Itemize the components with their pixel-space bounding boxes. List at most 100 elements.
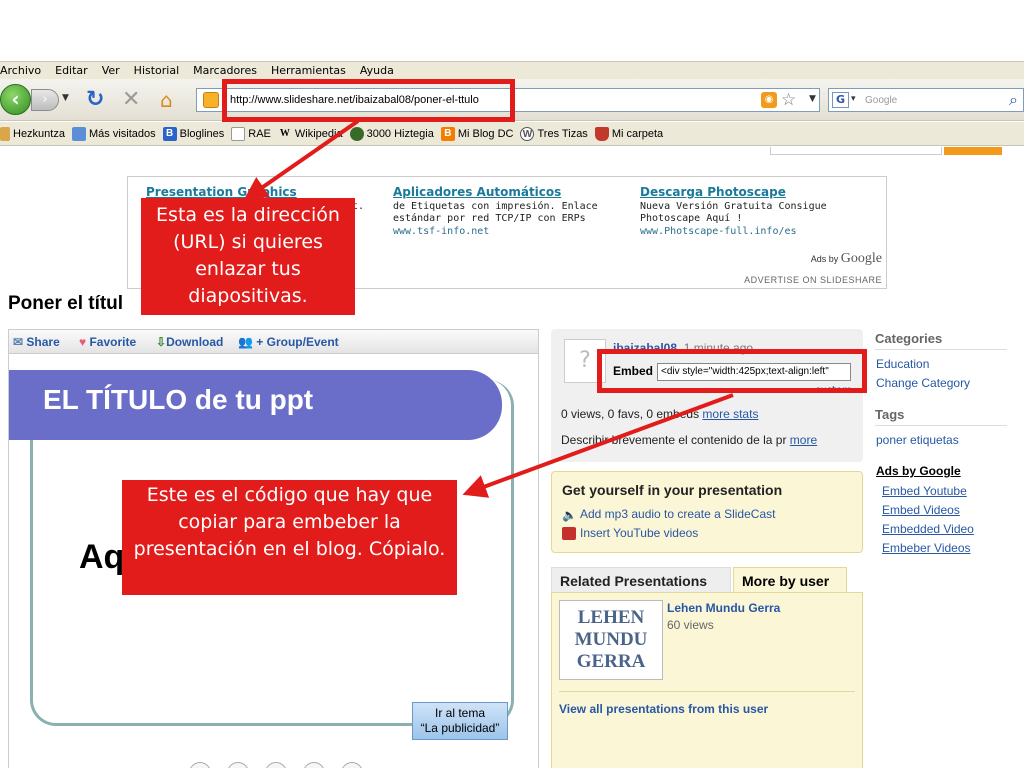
bookmark-tres-tizas[interactable]: W Tres Tizas xyxy=(520,126,588,141)
menu-historial[interactable]: Historial xyxy=(134,64,179,77)
history-dropdown-icon[interactable]: ▼ xyxy=(62,93,69,103)
bookmark-label: Mi Blog DC xyxy=(457,127,514,140)
group-event-button[interactable]: 👥 + Group/Event xyxy=(238,335,339,349)
slide-title-bar: EL TÍTULO de tu ppt xyxy=(9,370,502,440)
stop-icon[interactable]: ✕ xyxy=(122,87,140,112)
bookmark-label: Más visitados xyxy=(88,127,156,140)
ad-title[interactable]: Descarga Photoscape xyxy=(640,185,870,199)
rss-icon[interactable]: ◉ xyxy=(761,92,777,108)
bookmark-mi-blog-dc[interactable]: B Mi Blog DC xyxy=(440,126,514,141)
sidebar-ad-link[interactable]: Embed Videos xyxy=(882,503,960,517)
related-presentation-title[interactable]: Lehen Mundu Gerra xyxy=(667,601,780,615)
bookmark-mas-visitados[interactable]: Más visitados xyxy=(71,126,156,141)
youtube-icon xyxy=(562,527,576,541)
menu-editar[interactable]: Editar xyxy=(55,64,88,77)
menu-bar: Archivo Editar Ver Historial Marcadores … xyxy=(0,61,1024,79)
bookmark-label: RAE xyxy=(248,127,271,140)
group-label: + Group/Event xyxy=(256,335,339,349)
related-box: LEHEN MUNDU GERRA Lehen Mundu Gerra 60 v… xyxy=(551,592,863,768)
ad-title[interactable]: Presentation Graphics xyxy=(146,185,376,199)
menu-marcadores[interactable]: Marcadores xyxy=(193,64,257,77)
view-all-link[interactable]: View all presentations from this user xyxy=(559,702,768,716)
menu-herramientas[interactable]: Herramientas xyxy=(271,64,346,77)
sidebar-ads-heading[interactable]: Ads by Google xyxy=(876,464,961,478)
stats-text: 0 views, 0 favs, 0 embeds xyxy=(561,407,700,421)
speaker-icon: 🔈 xyxy=(562,508,577,523)
wikipedia-icon: W xyxy=(279,127,290,139)
sidebar-ad-link[interactable]: Embeber Videos xyxy=(882,541,971,555)
bookmark-label: Bloglines xyxy=(179,127,225,140)
embed-callout: Este es el código que hay que copiar par… xyxy=(122,480,457,595)
home-icon[interactable]: ⌂ xyxy=(160,88,173,112)
bookmark-label: Tres Tizas xyxy=(537,127,588,140)
menu-archivo[interactable]: Archivo xyxy=(0,64,41,77)
forward-button[interactable]: › xyxy=(31,89,59,111)
sidebar-ad-link[interactable]: Embedded Video xyxy=(882,522,974,536)
last-slide-button[interactable] xyxy=(303,762,325,768)
bookmark-hezkuntza[interactable]: Hezkuntza xyxy=(0,126,65,141)
search-input[interactable]: Google xyxy=(865,95,897,106)
folder-icon xyxy=(71,126,86,141)
tab-more-by-user[interactable]: More by user xyxy=(733,567,847,593)
sidebar-ad-link[interactable]: Embed Youtube xyxy=(882,484,967,498)
slide-body-text: Aq xyxy=(79,538,125,576)
promo-box: Get yourself in your presentation 🔈 Add m… xyxy=(551,471,863,553)
add-audio-link[interactable]: 🔈 Add mp3 audio to create a SlideCast xyxy=(562,507,775,523)
google-logo: Google xyxy=(840,251,882,266)
bookmark-rae[interactable]: RAE xyxy=(231,126,271,141)
bookmark-mi-carpeta[interactable]: Mi carpeta xyxy=(594,126,664,141)
favorite-button[interactable]: ♥ Favorite xyxy=(79,335,136,349)
fullscreen-button[interactable] xyxy=(341,762,363,768)
first-slide-button[interactable] xyxy=(189,762,211,768)
url-dropdown-icon[interactable]: ▼ xyxy=(809,94,816,104)
hiztegia-icon xyxy=(349,126,364,141)
bookmark-3000-hiztegia[interactable]: 3000 Hiztegia xyxy=(349,126,434,141)
more-link[interactable]: more xyxy=(790,433,817,447)
google-search-engine-icon[interactable]: G xyxy=(832,92,849,108)
share-button[interactable]: ✉ Share xyxy=(13,335,60,349)
tags-link[interactable]: poner etiquetas xyxy=(876,433,959,447)
ad-2[interactable]: Aplicadores Automáticos de Etiquetas con… xyxy=(393,185,623,237)
prev-slide-button[interactable] xyxy=(227,762,249,768)
more-stats-link[interactable]: more stats xyxy=(702,407,758,421)
bookmark-star-icon[interactable]: ☆ xyxy=(781,90,796,110)
bookmark-label: Mi carpeta xyxy=(611,127,664,140)
ad-body: Nueva Versión Gratuita Consigue Photosca… xyxy=(640,201,827,224)
next-slide-button[interactable] xyxy=(265,762,287,768)
menu-ver[interactable]: Ver xyxy=(102,64,120,77)
search-engine-dropdown-icon[interactable]: ▾ xyxy=(851,94,856,104)
insert-youtube-label: Insert YouTube videos xyxy=(580,526,699,540)
bookmark-wikipedia[interactable]: W Wikipedia xyxy=(278,127,343,141)
search-icon[interactable]: ⌕ xyxy=(1009,90,1018,110)
ads-by-google[interactable]: Ads by Google xyxy=(811,251,882,267)
menu-ayuda[interactable]: Ayuda xyxy=(360,64,394,77)
ad-url[interactable]: www.Photscape-full.info/es xyxy=(640,226,870,237)
search-bar[interactable]: G ▾ Google ⌕ xyxy=(828,88,1024,112)
envelope-icon: ✉ xyxy=(13,335,24,349)
folder-icon xyxy=(0,126,10,141)
presentation-thumbnail[interactable]: LEHEN MUNDU GERRA xyxy=(559,600,663,680)
stats-line: 0 views, 0 favs, 0 embeds more stats xyxy=(561,407,758,421)
bloglines-icon: B xyxy=(162,126,177,141)
ad-3[interactable]: Descarga Photoscape Nueva Versión Gratui… xyxy=(640,185,870,237)
slide-title: EL TÍTULO de tu ppt xyxy=(43,384,314,415)
insert-youtube-link[interactable]: Insert YouTube videos xyxy=(562,526,699,541)
reload-icon[interactable]: ↻ xyxy=(86,87,104,112)
ad-url[interactable]: www.tsf-info.net xyxy=(393,226,623,237)
site-search-button[interactable] xyxy=(944,147,1002,155)
bookmark-bloglines[interactable]: B Bloglines xyxy=(162,126,225,141)
slide-link-label: Ir al tema “La publicidad” xyxy=(420,706,500,735)
tab-related-presentations[interactable]: Related Presentations xyxy=(551,567,731,593)
slide-link-button[interactable]: Ir al tema “La publicidad” xyxy=(412,702,508,740)
ad-title[interactable]: Aplicadores Automáticos xyxy=(393,185,623,199)
download-button[interactable]: ⇩Download xyxy=(156,335,223,349)
advertise-link[interactable]: ADVERTISE ON SLIDESHARE xyxy=(744,275,882,285)
presentations-tabs: Related Presentations More by user xyxy=(551,567,863,593)
change-category-link[interactable]: Change Category xyxy=(876,376,970,390)
url-highlight-box xyxy=(222,79,515,122)
site-search-input[interactable] xyxy=(770,147,942,155)
embed-highlight-box xyxy=(597,349,867,393)
share-label: Share xyxy=(26,335,60,349)
category-link[interactable]: Education xyxy=(876,357,929,371)
back-button[interactable]: ‹ xyxy=(0,84,31,115)
